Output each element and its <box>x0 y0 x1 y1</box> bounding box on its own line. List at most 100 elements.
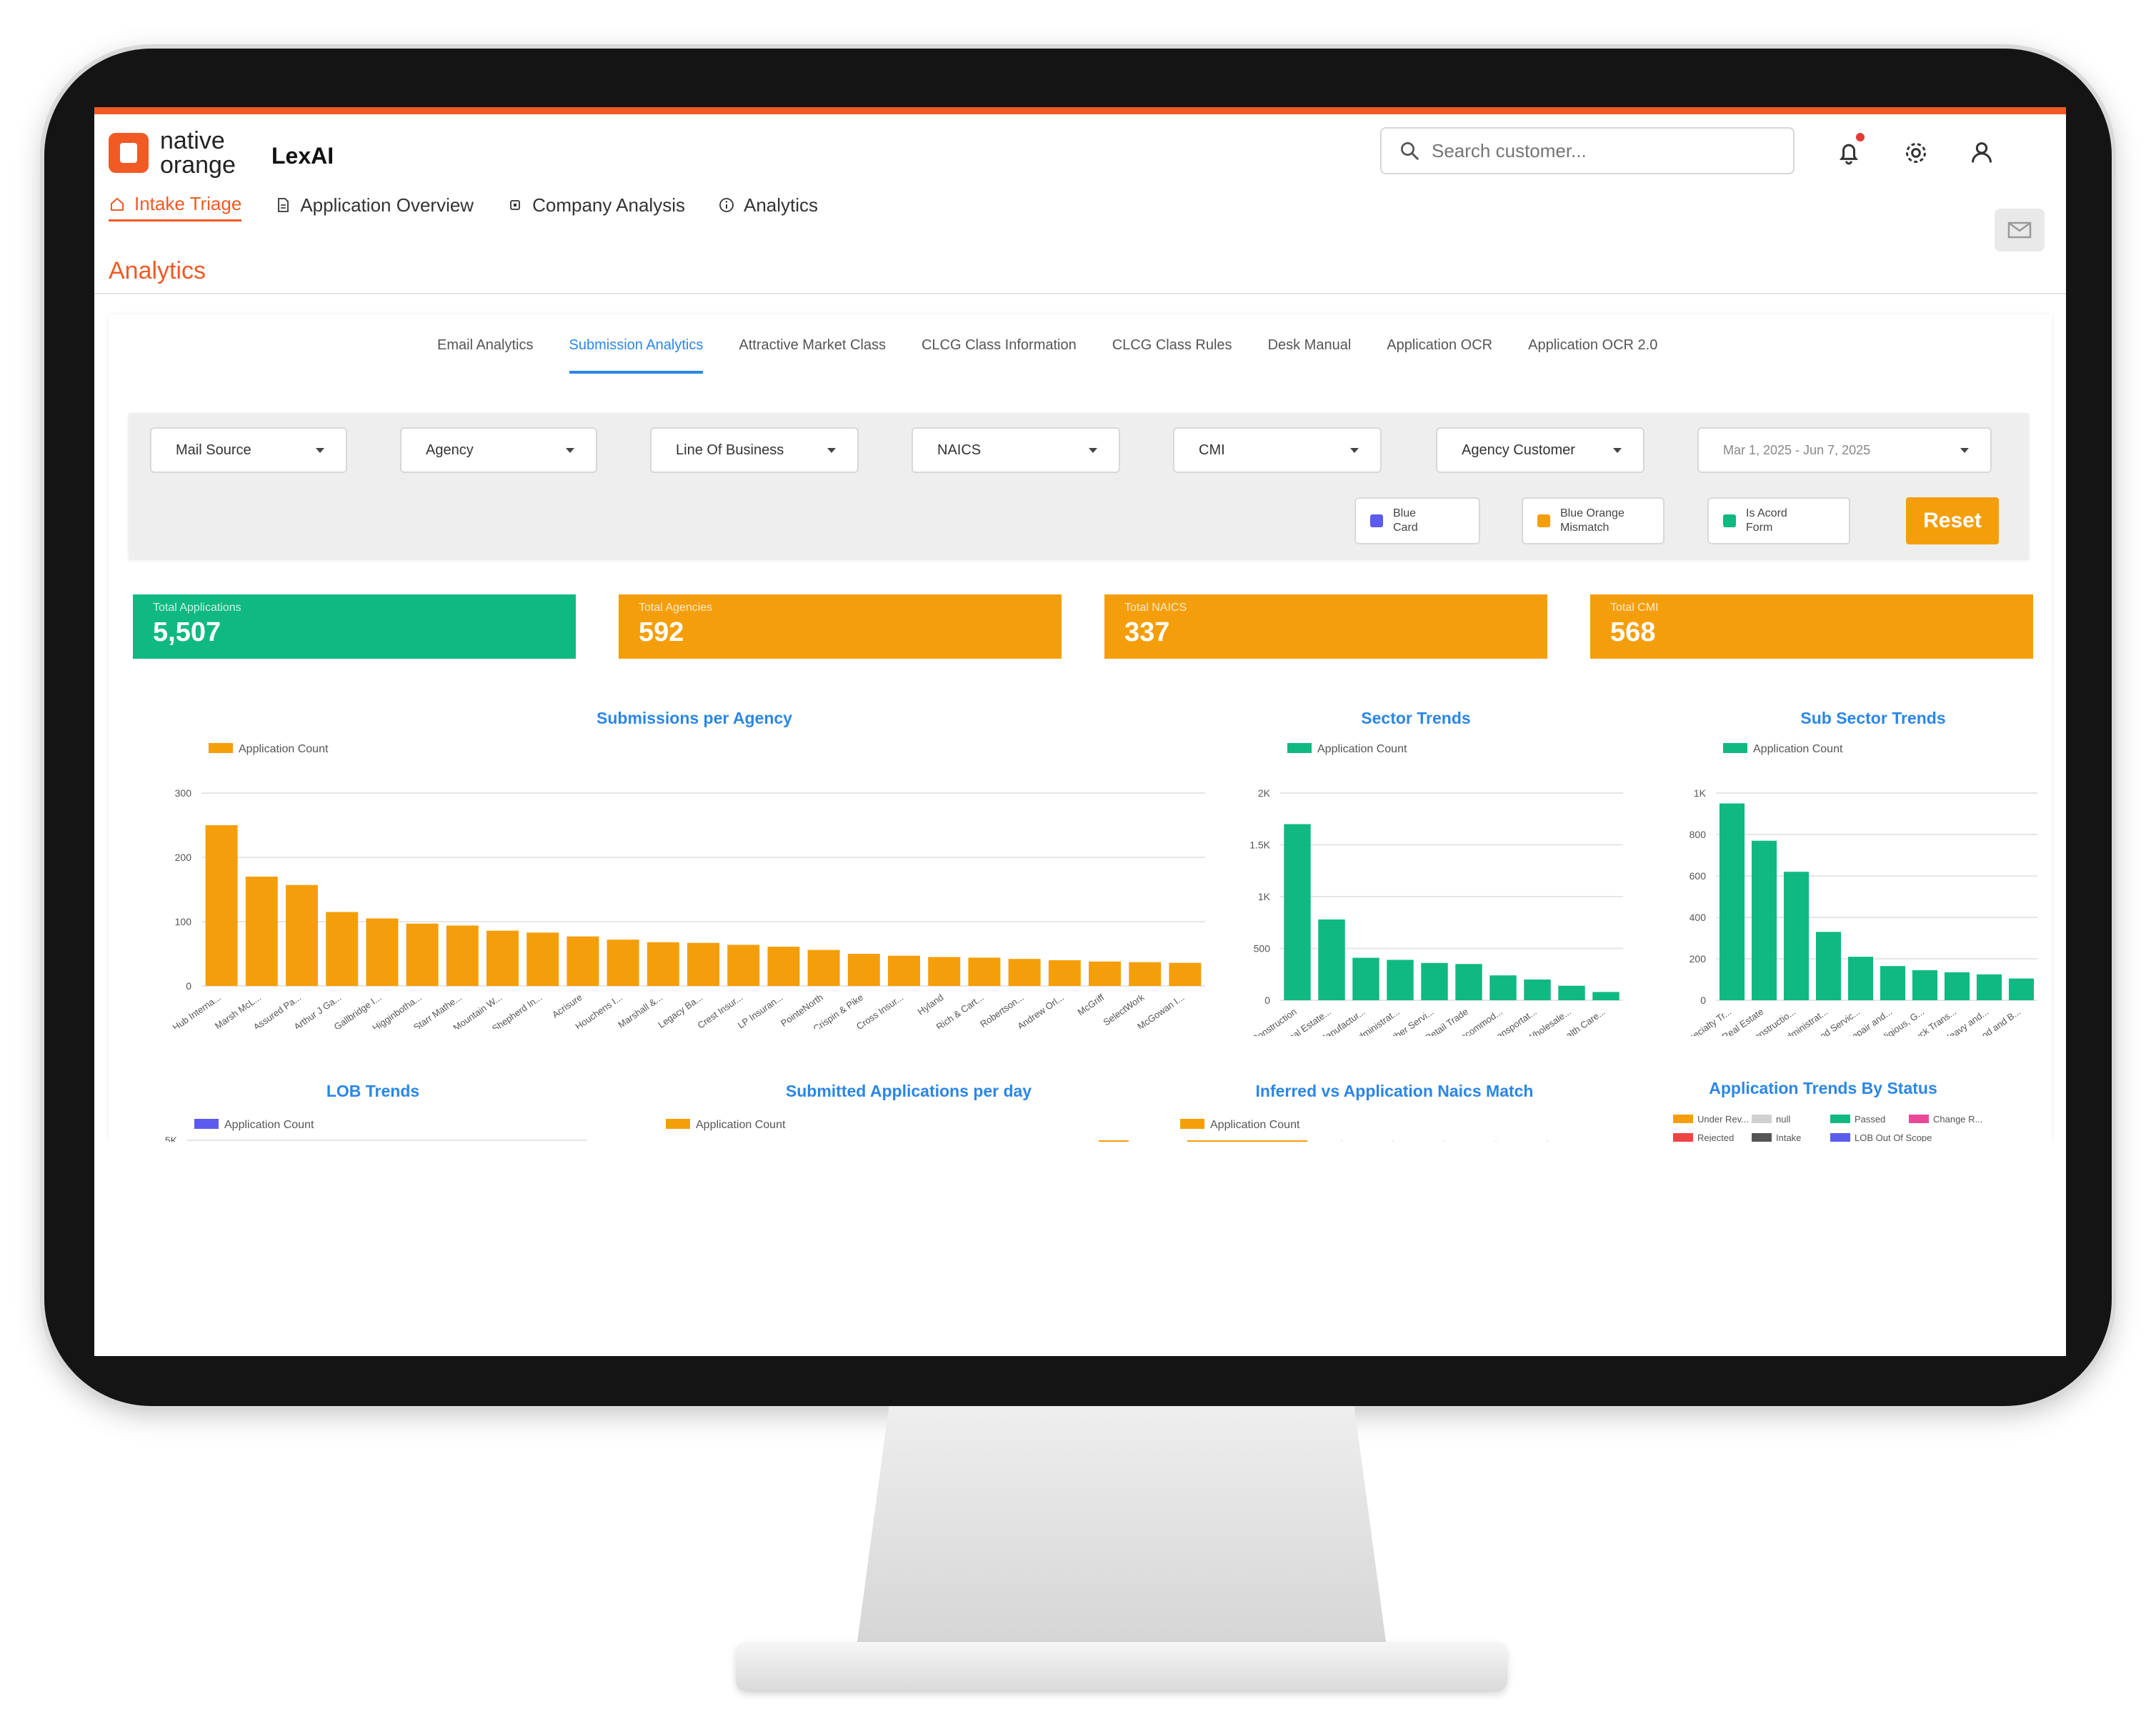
agency-dropdown[interactable]: Agency <box>400 427 597 473</box>
y-tick-label: 1K <box>1694 787 1707 799</box>
nav-company-analysis[interactable]: Company Analysis <box>506 194 685 221</box>
nav-analytics[interactable]: Analytics <box>718 194 818 221</box>
nav-intake-triage[interactable]: Intake Triage <box>109 193 242 221</box>
is-acord-form-toggle[interactable]: Is Acord Form <box>1707 497 1850 544</box>
bar <box>1129 962 1162 986</box>
tab-desk-manual[interactable]: Desk Manual <box>1268 337 1352 374</box>
kpi-label: Total Agencies <box>639 602 713 614</box>
sub-sector-trends-chart: Application Count02004006008001KSpecialt… <box>1682 743 2037 1036</box>
tab-submission-analytics[interactable]: Submission Analytics <box>569 337 704 374</box>
search-input[interactable] <box>1430 139 1776 163</box>
bar <box>567 936 599 986</box>
caret-down-icon <box>566 447 574 453</box>
caret-down-icon <box>1089 447 1097 453</box>
legend-swatch <box>1752 1115 1772 1123</box>
bar <box>767 947 800 986</box>
mail-source-dropdown[interactable]: Mail Source <box>150 427 347 473</box>
bar <box>687 942 719 986</box>
app-screen: native orange LexAI Intake Triage Applic… <box>94 107 2066 1356</box>
cmi-dropdown[interactable]: CMI <box>1173 427 1382 473</box>
chart-title: Inferred vs Application Naics Match <box>1255 1082 1534 1100</box>
nav-application-overview[interactable]: Application Overview <box>274 194 474 221</box>
kpi-value: 568 <box>1610 617 1656 647</box>
tab-clcg-class-information[interactable]: CLCG Class Information <box>922 337 1077 374</box>
user-icon[interactable] <box>1967 139 1996 167</box>
bar <box>968 957 1001 986</box>
mail-icon <box>2007 221 2032 239</box>
caret-down-icon <box>1350 447 1359 453</box>
chart-title: Sector Trends <box>1361 709 1471 727</box>
blue-orange-mismatch-toggle[interactable]: Blue Orange Mismatch <box>1522 497 1665 544</box>
home-icon <box>111 197 124 211</box>
legend-swatch <box>1723 743 1747 753</box>
tab-application-ocr-2[interactable]: Application OCR 2.0 <box>1528 337 1657 374</box>
logo-mark-icon <box>109 133 149 173</box>
bar <box>1489 975 1517 1000</box>
app-header: native orange LexAI Intake Triage Applic… <box>94 114 2066 294</box>
toggle-label: Blue Card <box>1393 507 1418 535</box>
bar <box>1284 824 1311 1000</box>
reset-button[interactable]: Reset <box>1906 497 1999 544</box>
bar <box>1880 966 1906 1000</box>
naics-dropdown[interactable]: NAICS <box>912 427 1120 473</box>
bar <box>1592 992 1620 1000</box>
bell-icon[interactable] <box>1835 139 1863 167</box>
bar <box>1815 932 1842 1000</box>
tab-application-ocr[interactable]: Application OCR <box>1387 337 1492 374</box>
toggle-label-line-1: Is Acord <box>1746 507 1787 519</box>
bar <box>1944 972 1970 1000</box>
legend-label: Application Count <box>1317 743 1407 755</box>
bar <box>727 945 760 986</box>
monitor-stand-base <box>736 1642 1507 1692</box>
bar <box>406 923 439 986</box>
bar <box>1912 970 1938 1000</box>
screen-bottom-area <box>94 1142 2066 1356</box>
bar <box>1048 960 1081 986</box>
kpi-value: 5,507 <box>153 617 221 647</box>
top-accent-stripe <box>94 107 2066 114</box>
dropdown-label: Line Of Business <box>676 442 784 458</box>
gear-icon[interactable] <box>1902 139 1930 167</box>
kpi-total-applications: Total Applications 5,507 <box>133 594 576 659</box>
toggle-label-line-1: Blue Orange <box>1560 507 1625 519</box>
legend-swatch <box>666 1119 690 1129</box>
y-tick-label: 100 <box>175 916 192 927</box>
analytics-tabs: Email Analytics Submission Analytics Att… <box>437 337 1657 374</box>
bar <box>1976 974 2002 1000</box>
monitor-stand-neck <box>857 1406 1386 1642</box>
legend-swatch <box>1287 743 1312 753</box>
legend-swatch <box>1752 1133 1772 1142</box>
y-tick-label: 200 <box>1690 953 1707 965</box>
page-title: Analytics <box>109 257 206 284</box>
toggle-label-line-2: Mismatch <box>1560 522 1609 534</box>
app-name: LexAI <box>271 143 334 169</box>
y-tick-label: 2K <box>1258 787 1271 799</box>
kpi-total-agencies: Total Agencies 592 <box>619 594 1062 659</box>
logo-text: native orange <box>160 129 236 177</box>
y-tick-label: 0 <box>1700 995 1706 1006</box>
chart-title: Sub Sector Trends <box>1800 709 1946 727</box>
tab-attractive-market-class[interactable]: Attractive Market Class <box>739 337 886 374</box>
y-tick-label: 300 <box>175 787 192 799</box>
blue-card-toggle[interactable]: Blue Card <box>1354 497 1480 544</box>
toggle-swatch <box>1723 514 1736 527</box>
side-mail-button[interactable] <box>1995 209 2045 251</box>
y-tick-label: 1K <box>1258 891 1271 902</box>
legend-swatch <box>1909 1115 1929 1123</box>
search-box[interactable] <box>1380 127 1795 174</box>
kpi-value: 592 <box>639 617 684 647</box>
date-range-picker[interactable]: Mar 1, 2025 - Jun 7, 2025 <box>1697 427 1992 473</box>
tab-email-analytics[interactable]: Email Analytics <box>437 337 534 374</box>
legend-label: Application Count <box>1753 743 1843 755</box>
legend-swatch <box>1830 1115 1850 1123</box>
tab-clcg-class-rules[interactable]: CLCG Class Rules <box>1112 337 1232 374</box>
kpi-label: Total Applications <box>153 602 241 614</box>
line-of-business-dropdown[interactable]: Line Of Business <box>650 427 859 473</box>
agency-customer-dropdown[interactable]: Agency Customer <box>1436 427 1645 473</box>
x-tick-label: McGriff <box>1075 992 1106 1017</box>
y-tick-label: 800 <box>1690 829 1707 840</box>
legend-label: Application Count <box>224 1119 314 1131</box>
bar <box>888 955 920 986</box>
brand-logo[interactable]: native orange <box>109 129 236 177</box>
bar <box>1847 957 1874 1000</box>
